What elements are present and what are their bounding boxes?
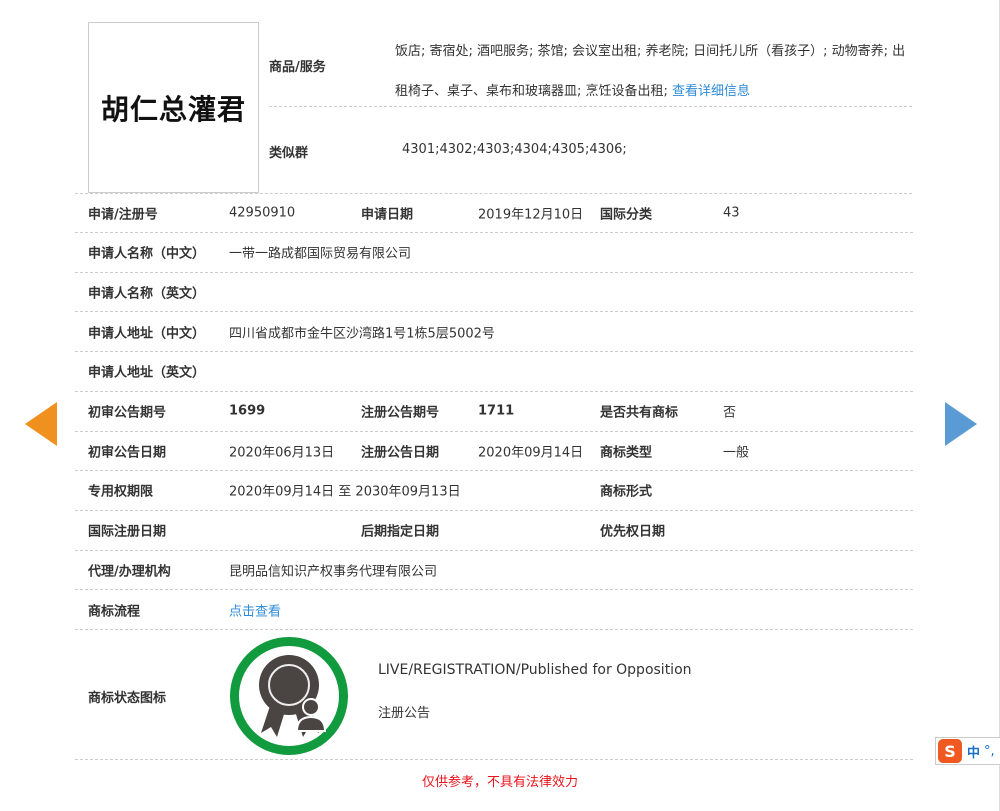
field-value: 2020年09月14日 至 2030年09月13日 <box>229 484 461 500</box>
similar-group-label: 类似群 <box>269 146 309 161</box>
field-label: 申请人地址（中文） <box>88 326 206 342</box>
status-english: LIVE/REGISTRATION/Published for Oppositi… <box>378 662 692 678</box>
status-row: 商标状态图标 LIVE/REGISTRATION/Published for O… <box>75 632 913 760</box>
field-label: 代理/办理机构 <box>88 564 171 580</box>
field-value: 一带一路成都国际贸易有限公司 <box>229 246 412 262</box>
ime-toolbar[interactable]: S 中 °, <box>935 737 1000 765</box>
field-value: 一般 <box>723 445 750 461</box>
info-row: 申请人地址（中文） 四川省成都市金牛区沙湾路1号1栋5层5002号 <box>75 312 913 353</box>
status-badge <box>230 637 348 755</box>
field-label: 国际分类 <box>600 207 653 222</box>
sogou-logo-icon: S <box>938 739 962 763</box>
field-value: 四川省成都市金牛区沙湾路1号1栋5层5002号 <box>229 326 495 342</box>
field-label: 商标流程 <box>88 604 141 619</box>
ime-language[interactable]: 中 <box>967 742 980 761</box>
view-details-link[interactable]: 查看详细信息 <box>672 84 750 99</box>
prev-arrow-button[interactable] <box>25 402 57 446</box>
field-label: 商标形式 <box>600 484 653 500</box>
info-row: 代理/办理机构 昆明品信知识产权事务代理有限公司 <box>75 550 913 591</box>
field-label: 申请人名称（中文） <box>88 246 206 262</box>
info-row: 初审公告日期 2020年06月13日 注册公告日期 2020年09月14日 商标类型 一般 <box>75 431 913 472</box>
field-label: 初审公告期号 <box>88 405 167 421</box>
trademark-text: 胡仁总灌君 <box>100 92 246 126</box>
field-label: 注册公告日期 <box>361 445 440 461</box>
status-chinese: 注册公告 <box>378 706 431 721</box>
field-label: 专用权期限 <box>88 484 154 500</box>
info-row: 申请/注册号 42950910 申请日期 2019年12月10日 国际分类 43 <box>75 193 913 233</box>
award-user-icon <box>259 655 327 737</box>
field-value: 1699 <box>229 403 266 419</box>
field-value: 1711 <box>478 403 515 419</box>
field-value: 2019年12月10日 <box>478 207 584 222</box>
field-label: 商标类型 <box>600 445 653 461</box>
info-row: 商标流程 点击查看 <box>75 590 913 630</box>
next-arrow-button[interactable] <box>945 402 977 446</box>
field-label: 注册公告期号 <box>361 405 440 421</box>
field-value: 昆明品信知识产权事务代理有限公司 <box>229 564 438 580</box>
field-value: 42950910 <box>229 205 296 220</box>
info-row: 申请人名称（英文） <box>75 272 913 313</box>
field-label: 优先权日期 <box>600 524 666 540</box>
process-link[interactable]: 点击查看 <box>229 600 281 619</box>
goods-text: 饭店; 寄宿处; 酒吧服务; 茶馆; 会议室出租; 养老院; 日间托儿所（看孩子… <box>395 44 906 99</box>
field-value: 2020年06月13日 <box>229 445 335 461</box>
field-value: 43 <box>723 205 740 220</box>
goods-label: 商品/服务 <box>269 60 326 75</box>
field-label: 后期指定日期 <box>361 524 440 540</box>
ime-punct[interactable]: °, <box>984 744 995 759</box>
info-row: 申请人名称（中文） 一带一路成都国际贸易有限公司 <box>75 233 913 273</box>
field-label: 国际注册日期 <box>88 524 167 540</box>
info-row: 申请人地址（英文） <box>75 352 913 392</box>
status-label: 商标状态图标 <box>88 691 167 706</box>
field-value: 2020年09月14日 <box>478 445 584 461</box>
disclaimer: 仅供参考，不具有法律效力 <box>421 775 578 790</box>
field-label: 申请日期 <box>361 207 414 222</box>
field-label: 是否共有商标 <box>600 405 679 421</box>
info-row: 专用权期限 2020年09月14日 至 2030年09月13日 商标形式 <box>75 471 913 511</box>
field-label: 申请人地址（英文） <box>88 365 206 381</box>
field-label: 初审公告日期 <box>88 445 167 461</box>
info-row: 国际注册日期 后期指定日期 优先权日期 <box>75 511 913 551</box>
divider <box>269 106 912 107</box>
info-row: 初审公告期号 1699 注册公告期号 1711 是否共有商标 否 <box>75 392 913 432</box>
trademark-image: 胡仁总灌君 <box>88 22 259 193</box>
similar-group-value: 4301;4302;4303;4304;4305;4306; <box>402 142 627 157</box>
field-label: 申请人名称（英文） <box>88 286 206 302</box>
field-label: 申请/注册号 <box>88 207 158 222</box>
goods-list: 饭店; 寄宿处; 酒吧服务; 茶馆; 会议室出租; 养老院; 日间托儿所（看孩子… <box>395 32 915 112</box>
field-value: 否 <box>723 405 737 421</box>
